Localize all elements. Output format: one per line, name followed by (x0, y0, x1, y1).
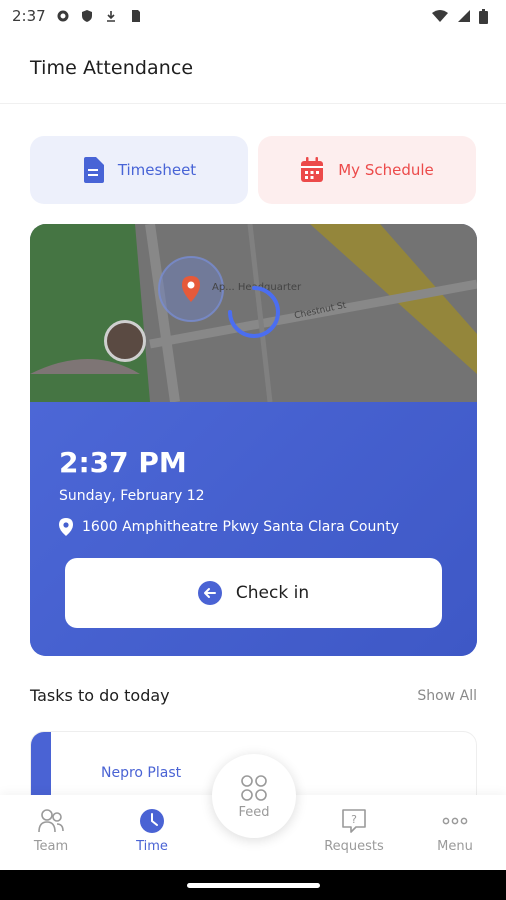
nav-requests[interactable]: ? Requests (309, 807, 399, 854)
system-navigation-bar (0, 870, 506, 900)
address-text: 1600 Amphitheatre Pkwy Santa Clara Count… (82, 519, 399, 535)
show-all-link[interactable]: Show All (417, 688, 477, 704)
battery-icon (479, 8, 488, 24)
clock-icon (140, 809, 164, 833)
nav-team[interactable]: Team (6, 807, 96, 854)
calendar-icon (301, 157, 324, 182)
page-title: Time Attendance (30, 56, 194, 79)
quick-actions: Timesheet My Schedule (30, 136, 476, 204)
timesheet-label: Timesheet (117, 161, 197, 179)
grid-icon (241, 774, 267, 801)
nav-time-label: Time (136, 839, 168, 854)
nav-time[interactable]: Time (107, 807, 197, 854)
team-icon (38, 809, 64, 833)
arrow-left-icon (197, 581, 222, 605)
app-header: Time Attendance (0, 32, 506, 104)
nav-requests-label: Requests (324, 839, 384, 854)
tasks-header: Tasks to do today Show All (30, 686, 477, 705)
location-icon (59, 518, 73, 536)
status-time: 2:37 (12, 7, 46, 25)
time-panel: 2:37 PM Sunday, February 12 1600 Amphith… (30, 402, 477, 656)
download-icon (106, 11, 115, 22)
task-name: Nepro Plast (101, 765, 182, 781)
status-left: 2:37 (12, 7, 142, 25)
svg-text:?: ? (351, 813, 357, 826)
loading-spinner-icon (228, 286, 280, 338)
my-schedule-button[interactable]: My Schedule (258, 136, 476, 204)
current-time: 2:37 PM (59, 446, 187, 479)
home-indicator[interactable] (187, 883, 320, 888)
sim-card-icon (131, 10, 140, 22)
my-schedule-label: My Schedule (338, 161, 434, 179)
tasks-title: Tasks to do today (30, 686, 170, 705)
document-icon (83, 157, 104, 183)
help-chat-icon: ? (342, 809, 366, 833)
nav-menu-label: Menu (437, 839, 473, 854)
nav-menu[interactable]: Menu (410, 807, 500, 854)
shield-icon (81, 10, 92, 22)
address-row: 1600 Amphitheatre Pkwy Santa Clara Count… (59, 518, 399, 536)
wifi-icon (432, 10, 448, 22)
timesheet-button[interactable]: Timesheet (30, 136, 248, 204)
feed-button[interactable]: Feed (212, 754, 296, 838)
signal-icon (458, 10, 470, 22)
status-right (431, 8, 488, 24)
nav-team-label: Team (33, 839, 69, 854)
map-view[interactable]: Ap... Headquarter Chestnut St (30, 224, 477, 402)
user-avatar (104, 320, 146, 362)
attendance-card: Ap... Headquarter Chestnut St 2:37 PM Su… (30, 224, 477, 656)
more-icon (442, 817, 468, 825)
check-in-label: Check in (235, 583, 310, 603)
settings-icon (57, 10, 69, 22)
status-bar: 2:37 (0, 0, 506, 32)
check-in-button[interactable]: Check in (65, 558, 442, 628)
feed-label: Feed (238, 804, 270, 820)
current-date: Sunday, February 12 (59, 488, 205, 504)
